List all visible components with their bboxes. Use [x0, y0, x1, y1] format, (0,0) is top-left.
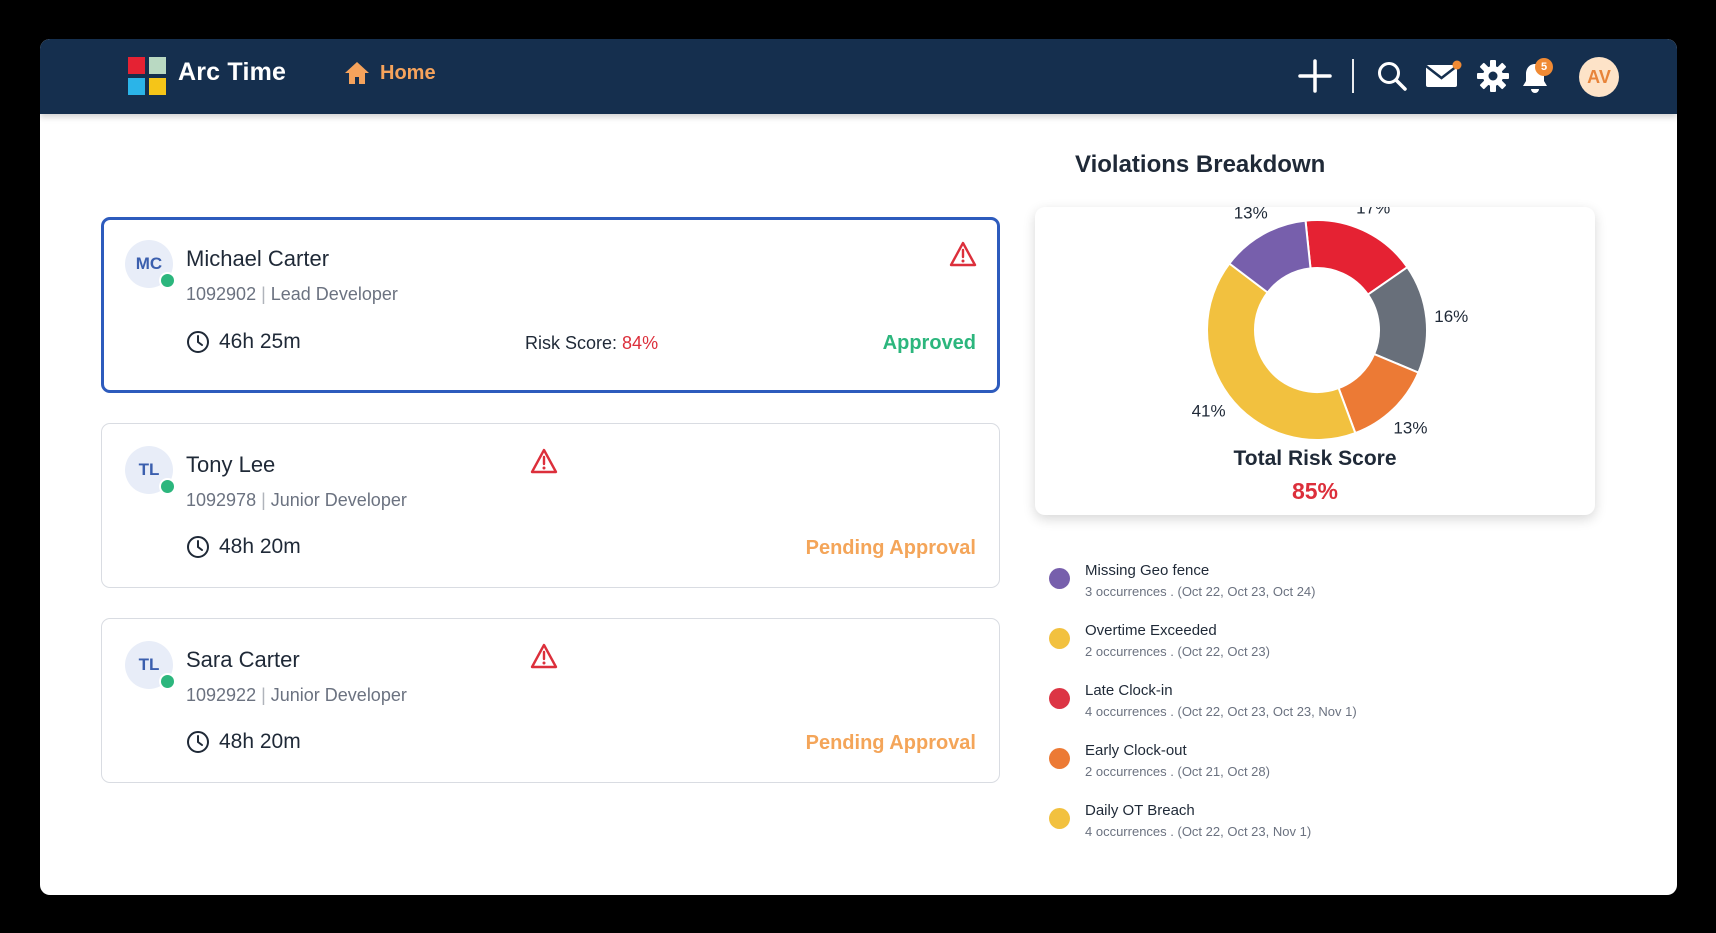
employee-meta: 1092978 | Junior Developer	[186, 490, 407, 510]
legend-dot	[1049, 628, 1070, 649]
legend-dot	[1049, 568, 1070, 589]
nav-home-label: Home	[380, 61, 436, 84]
donut-slice-percent-label: 13%	[1234, 207, 1268, 222]
status-badge: Approved	[882, 332, 976, 354]
nav-home-link[interactable]: Home	[344, 61, 436, 85]
legend-dot	[1049, 748, 1070, 769]
verified-check-icon	[159, 673, 176, 690]
legend-item: Overtime Exceeded 2 occurrences . (Oct 2…	[1045, 622, 1605, 682]
home-icon	[345, 62, 369, 84]
legend-detail: 2 occurrences . (Oct 22, Oct 23)	[1085, 644, 1270, 659]
verified-check-icon	[159, 272, 176, 289]
status-badge: Pending Approval	[805, 537, 976, 559]
employee-id: 1092978	[186, 490, 257, 510]
risk-score-label: Risk Score:	[525, 333, 618, 353]
warning-icon	[530, 448, 558, 474]
employee-card-michael-carter[interactable]: MC Michael Carter 1092902 | Lead Developer…	[101, 217, 1000, 393]
risk-score: Risk Score: 84%	[525, 333, 658, 354]
plus-icon[interactable]	[1298, 59, 1332, 93]
top-navigation-bar: Arc Time Home 5 AV	[40, 39, 1677, 114]
hours-value: 46h 25m	[219, 330, 301, 353]
legend-detail: 4 occurrences . (Oct 22, Oct 23, Nov 1)	[1085, 824, 1312, 839]
employee-meta: 1092902 | Lead Developer	[186, 284, 398, 304]
hours-value: 48h 20m	[219, 535, 301, 558]
total-risk-score-value: 85%	[1291, 478, 1339, 504]
employee-name: Michael Carter	[186, 246, 330, 271]
warning-icon	[530, 643, 558, 669]
employee-role: Lead Developer	[270, 284, 398, 304]
clock-icon	[187, 331, 209, 353]
violations-donut-chart: 17% 16% 13% 41% 13%	[1192, 207, 1468, 441]
violations-title: Violations Breakdown	[1075, 151, 1326, 178]
user-avatar[interactable]: AV	[1579, 57, 1619, 97]
legend-name: Early Clock-out	[1085, 742, 1187, 759]
legend-dot	[1049, 808, 1070, 829]
legend-detail: 2 occurrences . (Oct 21, Oct 28)	[1085, 764, 1270, 779]
legend-name: Overtime Exceeded	[1085, 622, 1217, 639]
legend-name: Daily OT Breach	[1085, 802, 1195, 819]
employee-name: Sara Carter	[186, 647, 300, 672]
employee-role: Junior Developer	[270, 685, 407, 705]
legend-item: Late Clock-in 4 occurrences . (Oct 22, O…	[1045, 682, 1605, 742]
search-icon[interactable]	[1376, 60, 1408, 92]
donut-slice-percent-label: 17%	[1356, 207, 1390, 217]
legend-item: Missing Geo fence 3 occurrences . (Oct 2…	[1045, 562, 1605, 622]
app-title: Arc Time	[178, 58, 287, 86]
app-window: Arc Time Home 5 AV MC Michael Carter 109…	[40, 39, 1677, 895]
employee-hours: 46h 25m	[186, 330, 301, 354]
status-badge: Pending Approval	[805, 732, 976, 754]
legend-item: Early Clock-out 2 occurrences . (Oct 21,…	[1045, 742, 1605, 802]
clock-icon	[187, 536, 209, 558]
employee-card-tony-lee[interactable]: TL Tony Lee 1092978 | Junior Developer 48h…	[101, 423, 1000, 588]
gear-icon[interactable]	[1476, 59, 1510, 93]
legend-name: Missing Geo fence	[1085, 562, 1210, 579]
notification-count-badge: 5	[1535, 58, 1553, 76]
violations-chart-card: 17% 16% 13% 41% 13% Total Risk Score 85%	[1035, 207, 1595, 515]
legend-item: Daily OT Breach 4 occurrences . (Oct 22,…	[1045, 802, 1605, 862]
donut-slice-percent-label: 16%	[1434, 307, 1468, 326]
legend-detail: 4 occurrences . (Oct 22, Oct 23, Oct 23,…	[1085, 704, 1357, 719]
legend-dot	[1049, 688, 1070, 709]
donut-slice-percent-label: 13%	[1393, 418, 1427, 437]
warning-icon	[949, 241, 977, 267]
employee-meta: 1092922 | Junior Developer	[186, 685, 407, 705]
employee-role: Junior Developer	[270, 490, 407, 510]
legend-detail: 3 occurrences . (Oct 22, Oct 23, Oct 24)	[1085, 584, 1316, 599]
legend-name: Late Clock-in	[1085, 682, 1173, 699]
app-logo-icon	[128, 57, 166, 95]
employee-id: 1092902	[186, 284, 257, 304]
verified-check-icon	[159, 478, 176, 495]
employee-card-sara-carter[interactable]: TL Sara Carter 1092922 | Junior Developer …	[101, 618, 1000, 783]
employee-id: 1092922	[186, 685, 257, 705]
toolbar-divider	[1352, 59, 1354, 93]
employee-hours: 48h 20m	[186, 730, 301, 754]
risk-score-value: 84%	[622, 333, 659, 353]
employee-name: Tony Lee	[186, 452, 276, 477]
hours-value: 48h 20m	[219, 730, 301, 753]
violations-legend: Missing Geo fence 3 occurrences . (Oct 2…	[1045, 562, 1605, 862]
mail-icon[interactable]	[1424, 59, 1462, 91]
total-risk-score-label: Total Risk Score	[1233, 447, 1397, 470]
donut-slice-percent-label: 41%	[1192, 401, 1226, 420]
donut-slice-overtime-exceeded	[1206, 262, 1357, 441]
employee-hours: 48h 20m	[186, 535, 301, 559]
clock-icon	[187, 731, 209, 753]
